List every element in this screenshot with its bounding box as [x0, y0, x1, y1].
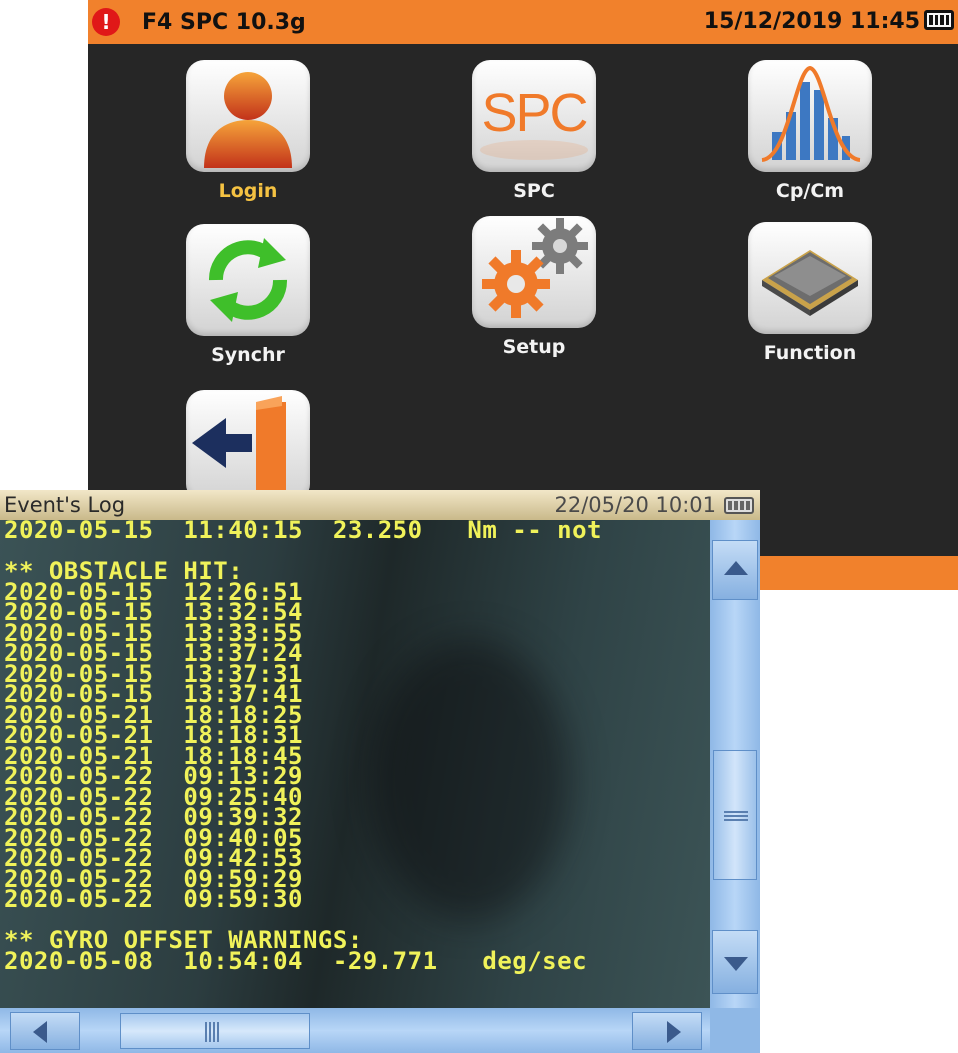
- arrow-down-icon: [724, 957, 748, 971]
- log-lines: 2020-05-15 11:40:15 23.250 Nm -- not ** O…: [4, 516, 602, 975]
- status-bar: ! F4 SPC 10.3g 15/12/2019 11:45: [88, 0, 958, 44]
- app-setup[interactable]: Setup: [454, 216, 614, 358]
- scroll-right-button[interactable]: [632, 1012, 702, 1050]
- app-label: Cp/Cm: [775, 180, 845, 202]
- sync-icon: [186, 224, 310, 336]
- status-datetime: 15/12/2019 11:45: [703, 9, 920, 34]
- app-label: Synchr: [211, 344, 285, 366]
- scroll-left-button[interactable]: [10, 1012, 80, 1050]
- app-login[interactable]: Login: [168, 60, 328, 202]
- vertical-scrollbar[interactable]: [710, 520, 760, 1008]
- app-label: SPC: [513, 180, 555, 202]
- horizontal-scrollbar[interactable]: [0, 1008, 710, 1053]
- grip-icon: [724, 811, 748, 813]
- log-line: 2020-05-15 11:40:15 23.250 Nm -- not: [4, 516, 602, 544]
- horizontal-scroll-thumb[interactable]: [120, 1013, 310, 1049]
- vertical-scroll-thumb[interactable]: [713, 750, 757, 880]
- user-icon: [186, 60, 310, 172]
- log-datetime: 22/05/20 10:01: [554, 493, 716, 517]
- chip-icon: [748, 222, 872, 334]
- arrow-right-icon: [667, 1021, 681, 1043]
- scroll-up-button[interactable]: [712, 540, 758, 600]
- gears-icon: [472, 216, 596, 328]
- log-title: Event's Log: [4, 493, 126, 517]
- event-log-screen: Event's Log 22/05/20 10:01 2020-05-15 11…: [0, 490, 760, 1053]
- battery-icon: [724, 497, 754, 514]
- battery-icon: [924, 10, 954, 30]
- arrow-left-icon: [33, 1021, 47, 1043]
- scroll-down-button[interactable]: [712, 930, 758, 994]
- app-spc[interactable]: SPC SPC: [454, 60, 614, 202]
- spc-icon: SPC: [472, 60, 596, 172]
- device-title: F4 SPC 10.3g: [142, 9, 306, 35]
- log-line: 2020-05-22 09:59:30: [4, 885, 303, 913]
- spc-tile-text: SPC: [481, 83, 588, 143]
- grip-icon: [205, 1022, 207, 1042]
- app-label: Login: [218, 180, 278, 202]
- app-label: Setup: [502, 336, 566, 358]
- log-line: 2020-05-08 10:54:04 -29.771 deg/sec: [4, 946, 588, 975]
- app-cp-cm[interactable]: Cp/Cm: [730, 60, 890, 202]
- app-label: Function: [763, 342, 857, 364]
- arrow-up-icon: [724, 561, 748, 575]
- exit-door-icon: [186, 390, 310, 502]
- app-synchr[interactable]: Synchr: [168, 224, 328, 366]
- app-function[interactable]: Function: [730, 222, 890, 364]
- histogram-icon: [748, 60, 872, 172]
- log-text-area[interactable]: 2020-05-15 11:40:15 23.250 Nm -- not ** O…: [0, 516, 710, 1008]
- scrollbar-corner: [710, 1008, 760, 1053]
- alert-icon[interactable]: !: [92, 8, 120, 36]
